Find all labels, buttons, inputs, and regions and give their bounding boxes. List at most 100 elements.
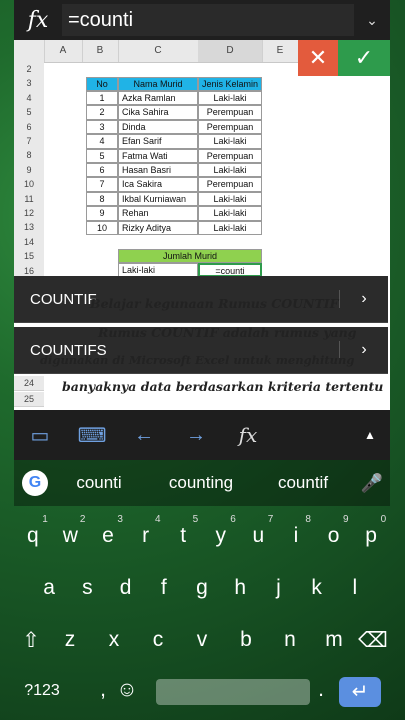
key-c[interactable]: c xyxy=(141,628,175,653)
table-cell[interactable]: Perempuan xyxy=(198,119,262,135)
table-cell[interactable]: Perempuan xyxy=(198,148,262,163)
table-cell[interactable]: Dinda xyxy=(118,119,198,135)
row-header[interactable]: 7 xyxy=(14,134,44,150)
table-cell[interactable]: 9 xyxy=(86,206,118,221)
key-z[interactable]: z xyxy=(53,628,87,653)
row-header[interactable]: 24 xyxy=(14,376,44,392)
summary-input-cell[interactable]: =counti xyxy=(198,263,262,277)
key-e[interactable]: e3 xyxy=(91,514,125,548)
col-header-b[interactable]: B xyxy=(82,40,119,62)
row-header[interactable]: 25 xyxy=(14,392,44,408)
row-header[interactable]: 13 xyxy=(14,220,44,236)
col-header-d[interactable]: D xyxy=(198,40,263,62)
key-y[interactable]: y6 xyxy=(204,514,238,548)
chevron-down-icon[interactable]: ⌄ xyxy=(354,12,390,29)
table-cell[interactable]: Fatma Wati xyxy=(118,148,198,163)
row-header[interactable]: 14 xyxy=(14,234,44,251)
table-cell[interactable]: Rehan xyxy=(118,206,198,221)
key-j[interactable]: j xyxy=(261,576,295,600)
table-cell[interactable]: Laki-laki xyxy=(198,91,262,106)
table-cell[interactable]: Azka Ramlan xyxy=(118,91,198,106)
table-cell[interactable]: Laki-laki xyxy=(198,163,262,178)
key-x[interactable]: x xyxy=(97,628,131,653)
key-t[interactable]: t5 xyxy=(166,514,200,548)
key-l[interactable]: l xyxy=(338,576,372,600)
cancel-button[interactable]: ✕ xyxy=(298,40,338,76)
key-o[interactable]: o9 xyxy=(317,514,351,548)
row-header[interactable]: 6 xyxy=(14,119,44,135)
google-icon[interactable] xyxy=(22,470,48,496)
table-cell[interactable]: Perempuan xyxy=(198,177,262,192)
key-n[interactable]: n xyxy=(273,628,307,653)
sheet-icon[interactable]: ▭ xyxy=(14,423,66,448)
key-s[interactable]: s xyxy=(70,576,104,600)
row-header[interactable]: 8 xyxy=(14,148,44,164)
expand-up-icon[interactable]: ▲ xyxy=(350,428,390,442)
key-period[interactable]: . xyxy=(304,678,338,702)
row-header[interactable]: 9 xyxy=(14,162,44,179)
table-cell[interactable]: 6 xyxy=(86,163,118,178)
table-cell[interactable]: Cika Sahira xyxy=(118,105,198,120)
word-suggestion[interactable]: counti xyxy=(48,473,150,493)
emoji-icon[interactable]: ☺ xyxy=(110,678,144,702)
row-header[interactable]: 4 xyxy=(14,90,44,107)
key-v[interactable]: v xyxy=(185,628,219,653)
key-a[interactable]: a xyxy=(32,576,66,600)
key-d[interactable]: d xyxy=(109,576,143,600)
key-g[interactable]: g xyxy=(185,576,219,600)
header-nama[interactable]: Nama Murid xyxy=(118,77,198,91)
table-cell[interactable]: 4 xyxy=(86,134,118,149)
table-cell[interactable]: Laki-laki xyxy=(198,220,262,235)
keyboard-icon[interactable]: ⌨ xyxy=(66,423,118,448)
key-m[interactable]: m xyxy=(317,628,351,653)
table-cell[interactable]: Ikbal Kurniawan xyxy=(118,191,198,207)
col-header-a[interactable]: A xyxy=(44,40,83,62)
row-header[interactable]: 11 xyxy=(14,191,44,207)
fx-icon[interactable]: fx xyxy=(222,423,274,447)
col-header-c[interactable]: C xyxy=(118,40,199,62)
row-header[interactable]: 2 xyxy=(14,62,44,78)
table-cell[interactable]: Perempuan xyxy=(198,105,262,120)
word-suggestion[interactable]: counting xyxy=(150,473,252,493)
corner-cell[interactable] xyxy=(14,40,45,62)
key-f[interactable]: f xyxy=(147,576,181,600)
row-header[interactable]: 15 xyxy=(14,249,44,265)
confirm-button[interactable]: ✓ xyxy=(338,40,390,76)
backspace-icon[interactable]: ⌫ xyxy=(356,628,390,653)
header-no[interactable]: No xyxy=(86,77,118,91)
word-suggestion[interactable]: countif xyxy=(252,473,354,493)
table-cell[interactable]: 7 xyxy=(86,177,118,192)
row-header[interactable]: 10 xyxy=(14,177,44,193)
table-cell[interactable]: 1 xyxy=(86,91,118,106)
summary-label[interactable]: Laki-laki xyxy=(118,263,198,277)
table-cell[interactable]: 2 xyxy=(86,105,118,120)
arrow-left-icon[interactable]: ← xyxy=(118,424,170,447)
table-cell[interactable]: Laki-laki xyxy=(198,206,262,221)
key-w[interactable]: w2 xyxy=(53,514,87,548)
enter-icon[interactable]: ↵ xyxy=(339,677,381,707)
key-p[interactable]: p0 xyxy=(354,514,388,548)
microphone-icon[interactable]: 🎤 xyxy=(354,473,390,494)
fx-icon[interactable]: fx xyxy=(14,8,62,33)
chevron-right-icon[interactable]: › xyxy=(339,290,388,308)
table-cell[interactable]: 10 xyxy=(86,220,118,235)
arrow-right-icon[interactable]: → xyxy=(170,424,222,447)
row-header[interactable]: 5 xyxy=(14,105,44,121)
key-h[interactable]: h xyxy=(223,576,257,600)
key-i[interactable]: i8 xyxy=(279,514,313,548)
symbols-key[interactable]: ?123 xyxy=(22,682,62,700)
row-header[interactable]: 3 xyxy=(14,76,44,92)
space-bar[interactable] xyxy=(156,679,310,705)
table-cell[interactable]: Efan Sarif xyxy=(118,134,198,149)
key-k[interactable]: k xyxy=(300,576,334,600)
key-q[interactable]: q1 xyxy=(16,514,50,548)
key-b[interactable]: b xyxy=(229,628,263,653)
key-r[interactable]: r4 xyxy=(129,514,163,548)
table-cell[interactable]: Laki-laki xyxy=(198,191,262,207)
table-cell[interactable]: 5 xyxy=(86,148,118,163)
table-cell[interactable]: 8 xyxy=(86,191,118,207)
col-header-e[interactable]: E xyxy=(262,40,299,62)
table-cell[interactable]: Rizky Aditya xyxy=(118,220,198,235)
shift-icon[interactable]: ⇧ xyxy=(14,628,48,653)
header-jenis[interactable]: Jenis Kelamin xyxy=(198,77,262,91)
